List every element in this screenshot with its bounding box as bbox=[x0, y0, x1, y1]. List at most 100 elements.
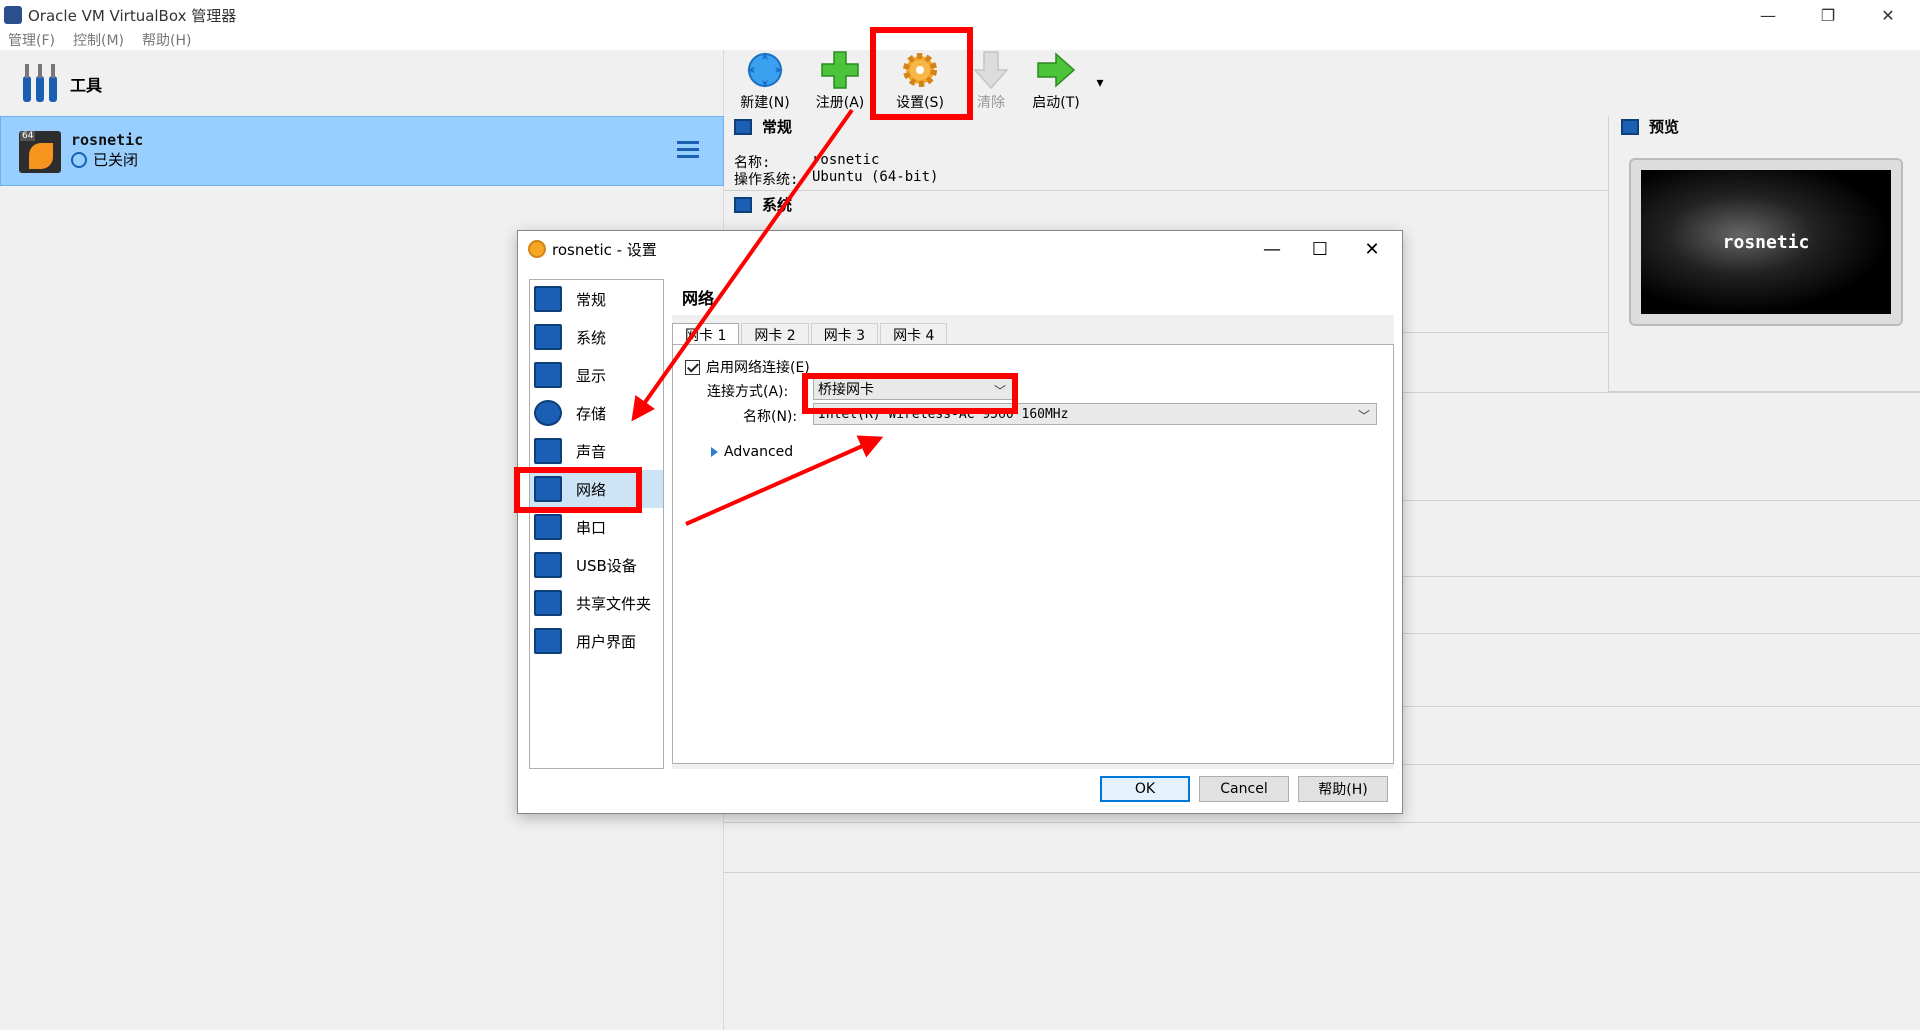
new-button[interactable]: 新建(N) bbox=[734, 50, 796, 116]
os-value: Ubuntu (64-bit) bbox=[812, 169, 939, 185]
tab-adapter-1[interactable]: 网卡 1 bbox=[672, 323, 740, 345]
category-label: 用户界面 bbox=[576, 632, 637, 651]
discard-button-label: 清除 bbox=[977, 95, 1005, 111]
settings-button[interactable]: 设置(S) bbox=[888, 50, 952, 116]
gear-icon bbox=[903, 53, 937, 87]
vm-list-item[interactable]: 64 rosnetic 已关闭 bbox=[0, 116, 724, 186]
restore-button[interactable]: ❐ bbox=[1800, 0, 1856, 30]
menu-control[interactable]: 控制(M) bbox=[73, 30, 124, 50]
start-button[interactable]: 启动(T) bbox=[1024, 50, 1088, 116]
checkbox-checked-icon bbox=[685, 359, 700, 375]
chevron-down-icon: ﹀ bbox=[993, 384, 1006, 398]
attach-to-value: 桥接网卡 bbox=[818, 382, 874, 398]
tools-item[interactable]: 工具 bbox=[0, 50, 724, 116]
advanced-toggle[interactable]: Advanced bbox=[711, 444, 793, 460]
advanced-label: Advanced bbox=[724, 444, 794, 460]
tab-adapter-3[interactable]: 网卡 3 bbox=[810, 323, 879, 345]
adapter-name-select[interactable]: Intel(R) Wireless-AC 9560 160MHz ﹀ bbox=[813, 403, 1377, 425]
dialog-maximize-button[interactable]: ☐ bbox=[1292, 231, 1348, 267]
adapter-name-value: Intel(R) Wireless-AC 9560 160MHz bbox=[818, 406, 1069, 422]
category-label: 常规 bbox=[576, 290, 607, 309]
gear-icon bbox=[528, 240, 546, 258]
category-general[interactable]: 常规 bbox=[530, 280, 663, 318]
help-button[interactable]: 帮助(H) bbox=[1298, 776, 1388, 802]
arrow-right-icon bbox=[1037, 52, 1076, 88]
tab-adapter-2[interactable]: 网卡 2 bbox=[741, 323, 809, 345]
folder-icon bbox=[534, 590, 562, 616]
vm-item-menu-icon[interactable] bbox=[667, 137, 699, 167]
category-shared-folders[interactable]: 共享文件夹 bbox=[530, 584, 663, 622]
network-icon bbox=[534, 476, 562, 502]
attach-to-label: 连接方式(A): bbox=[707, 384, 789, 400]
preview-section-title: 预览 bbox=[1649, 118, 1680, 136]
adapter-panel: 启用网络连接(E) 连接方式(A): 桥接网卡 ﹀ 名称(N): Intel(R… bbox=[672, 344, 1394, 764]
start-dropdown-button[interactable]: ▾ bbox=[1092, 50, 1108, 116]
minimize-button[interactable]: — bbox=[1740, 0, 1796, 30]
register-button[interactable]: 注册(A) bbox=[810, 50, 870, 116]
enable-adapter-label: 启用网络连接(E) bbox=[706, 360, 810, 376]
general-section-header[interactable]: 常规 bbox=[734, 116, 792, 137]
virtualbox-logo-icon bbox=[4, 6, 22, 24]
arrow-down-icon bbox=[973, 51, 1009, 90]
tools-icon bbox=[23, 64, 57, 102]
power-off-icon bbox=[71, 151, 87, 168]
title-bar: Oracle VM VirtualBox 管理器 bbox=[0, 0, 1920, 30]
toolbar: 新建(N) 注册(A) 设置(S) 清除 启动(T) ▾ bbox=[724, 50, 1920, 116]
category-label: USB设备 bbox=[576, 556, 637, 575]
tools-label: 工具 bbox=[70, 76, 103, 95]
discard-button[interactable]: 清除 bbox=[968, 50, 1014, 116]
page-title: 网络 bbox=[672, 279, 1394, 315]
enable-adapter-checkbox[interactable]: 启用网络连接(E) bbox=[685, 357, 810, 377]
name-value: rosnetic bbox=[812, 152, 880, 168]
category-label: 显示 bbox=[576, 366, 607, 385]
adapter-name-label: 名称(N): bbox=[743, 409, 798, 425]
close-button[interactable]: ✕ bbox=[1860, 0, 1916, 30]
preview-icon bbox=[1621, 118, 1639, 135]
monitor-icon bbox=[534, 362, 562, 388]
new-button-label: 新建(N) bbox=[740, 95, 790, 111]
new-icon bbox=[747, 52, 783, 88]
cancel-button[interactable]: Cancel bbox=[1199, 776, 1289, 802]
serial-port-icon bbox=[534, 514, 562, 540]
network-page: 网络 网卡 1 网卡 2 网卡 3 网卡 4 启用网络连接(E) 连接方式(A)… bbox=[672, 279, 1394, 769]
chip-icon bbox=[534, 324, 562, 350]
ubuntu-os-icon: 64 bbox=[19, 131, 61, 173]
category-system[interactable]: 系统 bbox=[530, 318, 663, 356]
category-user-interface[interactable]: 用户界面 bbox=[530, 622, 663, 660]
usb-icon bbox=[534, 552, 562, 578]
tab-adapter-4[interactable]: 网卡 4 bbox=[880, 323, 948, 345]
window-title: Oracle VM VirtualBox 管理器 bbox=[28, 6, 237, 25]
settings-button-label: 设置(S) bbox=[896, 95, 944, 111]
attach-to-select[interactable]: 桥接网卡 ﹀ bbox=[813, 378, 1013, 400]
ok-button[interactable]: OK bbox=[1100, 776, 1190, 802]
expand-triangle-icon bbox=[711, 447, 718, 457]
preview-section-header[interactable]: 预览 bbox=[1621, 116, 1679, 137]
chevron-down-icon: ▾ bbox=[1096, 75, 1104, 91]
category-serial-ports[interactable]: 串口 bbox=[530, 508, 663, 546]
system-section-title: 系统 bbox=[762, 196, 793, 214]
preview-frame: rosnetic bbox=[1629, 158, 1903, 326]
category-label: 共享文件夹 bbox=[576, 594, 652, 613]
category-storage[interactable]: 存储 bbox=[530, 394, 663, 432]
speaker-icon bbox=[534, 438, 562, 464]
dialog-title: rosnetic - 设置 bbox=[552, 240, 657, 259]
menu-manage[interactable]: 管理(F) bbox=[8, 30, 55, 50]
menu-help[interactable]: 帮助(H) bbox=[142, 30, 191, 50]
start-button-label: 启动(T) bbox=[1032, 95, 1080, 111]
category-audio[interactable]: 声音 bbox=[530, 432, 663, 470]
divider bbox=[724, 190, 1608, 191]
divider bbox=[724, 822, 1920, 823]
category-usb[interactable]: USB设备 bbox=[530, 546, 663, 584]
window-icon bbox=[534, 628, 562, 654]
vm-name: rosnetic bbox=[71, 131, 144, 149]
chevron-down-icon: ﹀ bbox=[1357, 409, 1370, 423]
category-label: 系统 bbox=[576, 328, 607, 347]
dialog-close-button[interactable]: ✕ bbox=[1344, 231, 1400, 267]
os-label: 操作系统: bbox=[734, 172, 799, 188]
category-label: 串口 bbox=[576, 518, 607, 537]
category-network[interactable]: 网络 bbox=[530, 470, 663, 508]
system-section-header[interactable]: 系统 bbox=[734, 194, 792, 215]
category-display[interactable]: 显示 bbox=[530, 356, 663, 394]
arch-badge: 64 bbox=[20, 131, 36, 141]
divider bbox=[724, 872, 1920, 873]
